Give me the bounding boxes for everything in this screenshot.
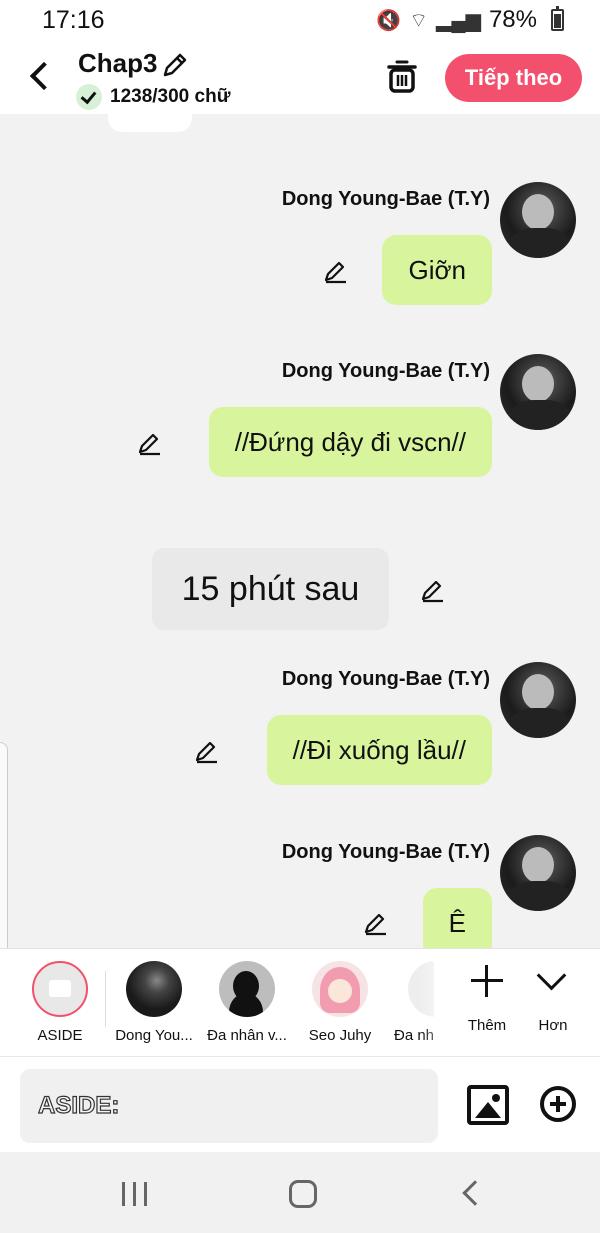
more-button[interactable]: Hơn: [521, 961, 585, 1034]
message-bubble[interactable]: //Đi xuống lầu//: [266, 715, 492, 785]
image-icon[interactable]: [467, 1085, 509, 1125]
plus-icon: [455, 961, 519, 1001]
avatar: [219, 961, 275, 1017]
character-dong[interactable]: Dong You...: [108, 961, 200, 1044]
wifi-icon: ⌔: [409, 9, 429, 32]
pencil-icon[interactable]: [193, 738, 219, 764]
back-arrow-icon[interactable]: [24, 56, 54, 96]
previous-bubble: [108, 114, 192, 132]
divider: [105, 971, 106, 1027]
status-icons: 🔇 ⌔ ▂▄▆ 78%: [376, 6, 564, 34]
add-character-button[interactable]: Thêm: [455, 961, 519, 1034]
add-label: Thêm: [467, 1017, 507, 1034]
pencil-icon[interactable]: [419, 577, 445, 603]
avatar[interactable]: [500, 662, 576, 738]
pencil-icon[interactable]: [362, 910, 388, 936]
status-time: 17:16: [42, 6, 105, 34]
narration-bubble[interactable]: 15 phút sau: [152, 548, 389, 630]
more-label: Hơn: [538, 1017, 568, 1034]
battery-percent: 78%: [488, 6, 537, 33]
recent-apps-icon[interactable]: [122, 1182, 148, 1206]
sender-name: Dong Young-Bae (T.Y): [281, 668, 490, 690]
chevron-down-icon: [521, 961, 585, 1001]
signal-icon: ▂▄▆: [436, 9, 481, 32]
avatar[interactable]: [500, 835, 576, 911]
message-bubble[interactable]: //Đứng dậy đi vscn//: [208, 407, 492, 477]
pencil-icon[interactable]: [136, 430, 162, 456]
avatar: [126, 961, 182, 1017]
next-button[interactable]: Tiếp theo: [445, 54, 582, 102]
message-bubble[interactable]: Ê: [422, 888, 492, 948]
character-aside[interactable]: ASIDE: [14, 961, 106, 1044]
character-seo-juhy[interactable]: Seo Juhy: [294, 961, 386, 1044]
status-bar: 17:16 🔇 ⌔ ▂▄▆ 78%: [0, 0, 600, 40]
chat-area[interactable]: Dong Young-Bae (T.Y) Giỡn Dong Young-Bae…: [0, 114, 600, 948]
back-icon[interactable]: [462, 1180, 488, 1206]
scroll-fade: [420, 949, 460, 1057]
character-name: ASIDE: [37, 1027, 83, 1044]
header: Chap3 1238/300 chữ Tiếp theo: [0, 40, 600, 114]
system-nav-bar: [0, 1152, 600, 1233]
chapter-title: Chap3: [78, 48, 158, 78]
character-name: Seo Juhy: [308, 1027, 372, 1044]
message-input[interactable]: [20, 1069, 438, 1143]
pencil-icon[interactable]: [322, 258, 348, 284]
message-bubble[interactable]: Giỡn: [382, 235, 492, 305]
add-circle-icon[interactable]: [540, 1086, 576, 1122]
aside-icon: [32, 961, 88, 1017]
character-name: Dong You...: [115, 1027, 193, 1044]
sender-name: Dong Young-Bae (T.Y): [281, 360, 490, 382]
input-bar: [0, 1056, 600, 1152]
avatar[interactable]: [500, 354, 576, 430]
character-da-nhan[interactable]: Đa nhân v...: [201, 961, 293, 1044]
sender-name: Dong Young-Bae (T.Y): [281, 841, 490, 863]
edit-title-pencil-icon[interactable]: [160, 50, 190, 80]
word-count: 1238/300 chữ: [110, 86, 231, 107]
mute-icon: 🔇: [376, 9, 402, 32]
check-icon: [76, 84, 102, 110]
battery-icon: [551, 6, 564, 31]
character-name: Đa nhân v...: [207, 1027, 287, 1044]
avatar: [312, 961, 368, 1017]
side-panel-handle[interactable]: [0, 742, 8, 972]
character-selector: ASIDE Dong You... Đa nhân v... Seo Juhy …: [0, 948, 600, 1057]
sender-name: Dong Young-Bae (T.Y): [281, 188, 490, 210]
trash-icon[interactable]: [386, 58, 418, 94]
avatar[interactable]: [500, 182, 576, 258]
home-icon[interactable]: [289, 1180, 317, 1208]
